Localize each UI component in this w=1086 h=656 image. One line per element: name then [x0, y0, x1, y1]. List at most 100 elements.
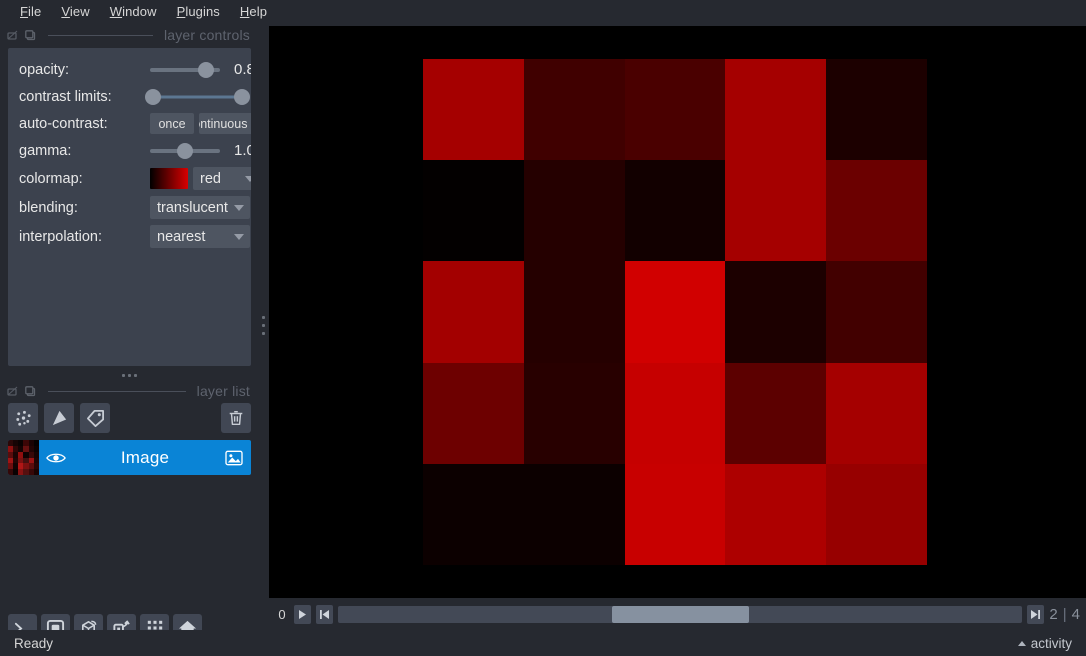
heatmap-cell	[523, 362, 625, 464]
colormap-combobox[interactable]: red	[193, 167, 251, 190]
float-icon[interactable]	[6, 385, 19, 398]
heatmap-cell	[624, 463, 726, 565]
heatmap-cell	[423, 261, 524, 363]
titlebar-rule	[48, 390, 186, 392]
interpolation-value: nearest	[157, 228, 206, 245]
splitter-dot	[262, 315, 265, 319]
layer-list-title: layer list	[196, 383, 250, 399]
heatmap-cell	[423, 362, 524, 464]
chevron-down-icon	[228, 204, 250, 211]
contrast-limits-low-handle[interactable]	[144, 88, 161, 105]
new-labels-layer-button[interactable]	[80, 403, 110, 433]
auto-contrast-continuous-button[interactable]: continuous	[199, 113, 251, 134]
delete-layer-button[interactable]	[221, 403, 251, 433]
heatmap-cell	[423, 160, 524, 262]
step-left-button[interactable]	[316, 604, 333, 624]
layer-list-item-image[interactable]: Image	[8, 440, 251, 475]
splitter-dot	[121, 373, 125, 377]
float-icon[interactable]	[6, 29, 19, 42]
auto-contrast-once-button[interactable]: once	[150, 113, 194, 134]
viewer-canvas[interactable]	[269, 26, 1086, 598]
layer-thumbnail	[8, 440, 39, 475]
contrast-limits-span	[152, 95, 243, 98]
dims-axis-label: 0	[278, 606, 286, 622]
blending-combobox[interactable]: translucent	[150, 196, 250, 219]
heatmap-cell	[624, 261, 726, 363]
heatmap-cell	[725, 59, 827, 161]
heatmap-cell	[423, 463, 524, 565]
menubar: File View Window Plugins Help	[0, 0, 1086, 22]
gamma-handle[interactable]	[177, 142, 193, 159]
opacity-slider[interactable]	[150, 60, 220, 80]
opacity-handle[interactable]	[198, 61, 214, 78]
heatmap-cell	[523, 59, 625, 161]
contrast-limits-row: contrast limits:	[8, 83, 251, 110]
thumbnail-pixel	[33, 469, 39, 475]
heatmap-cell	[624, 362, 726, 464]
menu-window[interactable]: Window	[100, 2, 167, 21]
activity-button[interactable]: activity	[1017, 635, 1072, 651]
interpolation-combobox[interactable]: nearest	[150, 225, 250, 248]
blending-value: translucent	[157, 199, 228, 216]
opacity-label: opacity:	[19, 61, 69, 78]
status-message: Ready	[14, 635, 54, 651]
colormap-row: colormap: red	[8, 164, 251, 193]
auto-contrast-row: auto-contrast: once continuous	[8, 110, 251, 137]
menu-file[interactable]: File	[10, 2, 51, 21]
layer-controls-panel: opacity: 0.8 contrast limits: auto-contr…	[8, 48, 251, 366]
dims-slider-track[interactable]	[338, 605, 1023, 623]
image-icon	[217, 450, 251, 466]
heatmap-cell	[725, 362, 827, 464]
gamma-label: gamma:	[19, 142, 72, 159]
contrast-limits-slider[interactable]	[144, 87, 251, 107]
dims-total-value: 4	[1071, 605, 1080, 623]
layer-controls-titlebar: layer controls	[0, 26, 258, 44]
colormap-value: red	[200, 170, 221, 187]
auto-contrast-label: auto-contrast:	[19, 115, 108, 132]
splitter-dot	[262, 323, 265, 327]
splitter-dot	[133, 373, 137, 377]
colormap-swatch[interactable]	[150, 168, 188, 189]
heatmap-cell	[624, 59, 726, 161]
image-heatmap	[423, 59, 927, 565]
gamma-slider[interactable]	[150, 141, 220, 161]
dims-current-value: 2	[1049, 605, 1058, 623]
heatmap-cell	[826, 463, 927, 565]
contrast-limits-label: contrast limits:	[19, 88, 112, 105]
dock-splitter-handle[interactable]	[0, 368, 258, 382]
left-dock-column: layer controls opacity: 0.8 contrast lim…	[0, 22, 258, 642]
dims-slider-strip: 0 2 | 4	[269, 600, 1086, 628]
step-right-button[interactable]	[1027, 604, 1045, 624]
close-icon[interactable]	[24, 29, 37, 42]
play-button[interactable]	[294, 604, 311, 624]
menu-help[interactable]: Help	[230, 2, 277, 21]
gamma-value: 1.0	[234, 142, 251, 159]
blending-row: blending: translucent	[8, 193, 251, 222]
opacity-value: 0.8	[234, 61, 251, 78]
contrast-limits-high-handle[interactable]	[234, 88, 251, 105]
activity-label: activity	[1030, 635, 1072, 651]
main-splitter-handle[interactable]	[258, 300, 269, 350]
dims-slider-handle[interactable]	[611, 605, 749, 623]
statusbar: Ready activity	[0, 630, 1086, 656]
heatmap-cell	[826, 362, 927, 464]
caret-up-icon	[1017, 640, 1026, 646]
heatmap-cell	[523, 261, 625, 363]
heatmap-cell	[725, 463, 827, 565]
opacity-row: opacity: 0.8	[8, 56, 251, 83]
heatmap-cell	[523, 463, 625, 565]
new-points-layer-button[interactable]	[8, 403, 38, 433]
menu-view[interactable]: View	[51, 2, 99, 21]
heatmap-cell	[826, 59, 927, 161]
splitter-dot	[127, 373, 131, 377]
menu-plugins[interactable]: Plugins	[167, 2, 230, 21]
heatmap-cell	[826, 261, 927, 363]
heatmap-cell	[423, 59, 524, 161]
blending-label: blending:	[19, 199, 78, 216]
splitter-dot	[262, 331, 265, 335]
layer-list-titlebar: layer list	[0, 382, 258, 400]
visibility-eye-icon[interactable]	[39, 451, 73, 465]
close-icon[interactable]	[24, 385, 37, 398]
heatmap-cell	[725, 160, 827, 262]
new-shapes-layer-button[interactable]	[44, 403, 74, 433]
